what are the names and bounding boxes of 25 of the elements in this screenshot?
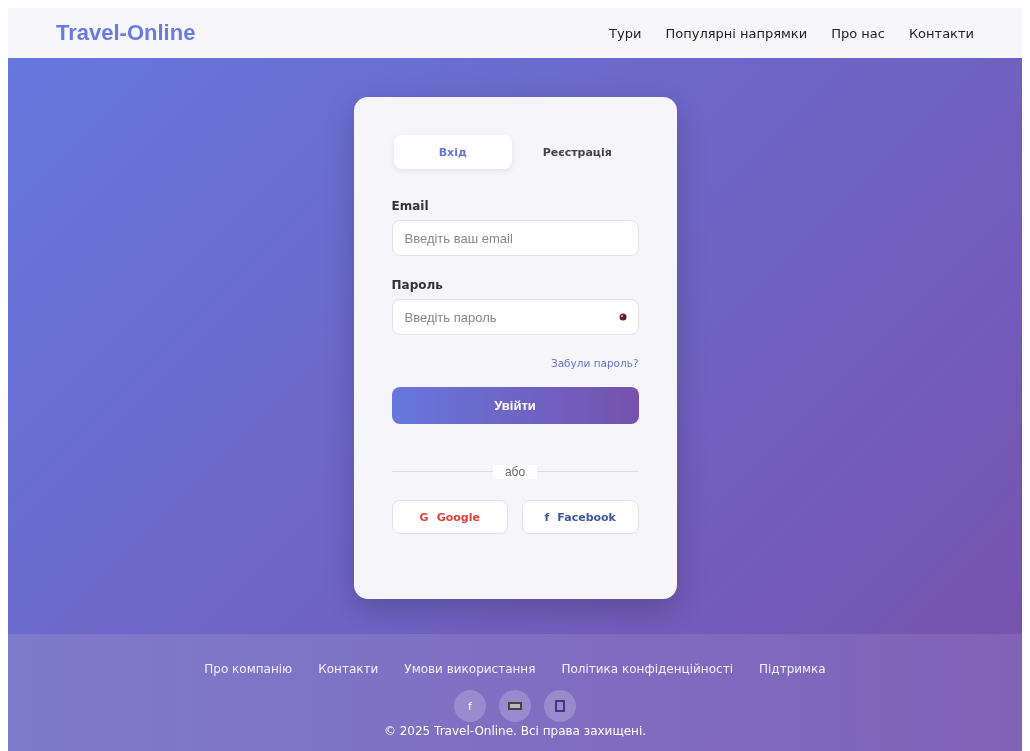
nav-link[interactable]: Контакти xyxy=(908,25,974,41)
email-field[interactable]: Введіть ваш email xyxy=(391,220,639,256)
field-label: Пароль xyxy=(391,278,444,292)
card-icon[interactable] xyxy=(499,690,531,722)
tab[interactable]: Реєстрація xyxy=(518,135,637,169)
nav-link[interactable]: Популярні напрямки xyxy=(665,25,808,41)
footer-link[interactable]: Підтримка xyxy=(759,662,826,676)
grid-icon[interactable] xyxy=(544,690,576,722)
login-button[interactable]: Увійти xyxy=(391,387,639,424)
footer-link[interactable]: Про компанію xyxy=(204,662,293,676)
divider-label: або xyxy=(492,465,538,479)
social-login-button[interactable]: G Google xyxy=(391,500,508,534)
field-label: Email xyxy=(391,199,430,213)
footer-link[interactable]: Політика конфіденційності xyxy=(561,662,733,676)
tab[interactable]: Вхід xyxy=(393,135,512,169)
copyright-text: © 2025 Travel-Online. Всі права захищені. xyxy=(383,724,647,738)
site-logo[interactable]: Travel-Online xyxy=(56,20,196,46)
forgot-password-link[interactable]: Забули пароль? xyxy=(550,357,639,369)
password-field[interactable]: Введіть пароль xyxy=(391,299,639,335)
nav-link[interactable]: Про нас xyxy=(831,25,885,41)
footer-link[interactable]: Умови використання xyxy=(404,662,536,676)
nav-link[interactable]: Тури xyxy=(609,25,642,41)
footer-link[interactable]: Контакти xyxy=(318,662,379,676)
social-login-button[interactable]: f Facebook xyxy=(522,500,639,534)
social-link[interactable]: f xyxy=(454,690,486,722)
